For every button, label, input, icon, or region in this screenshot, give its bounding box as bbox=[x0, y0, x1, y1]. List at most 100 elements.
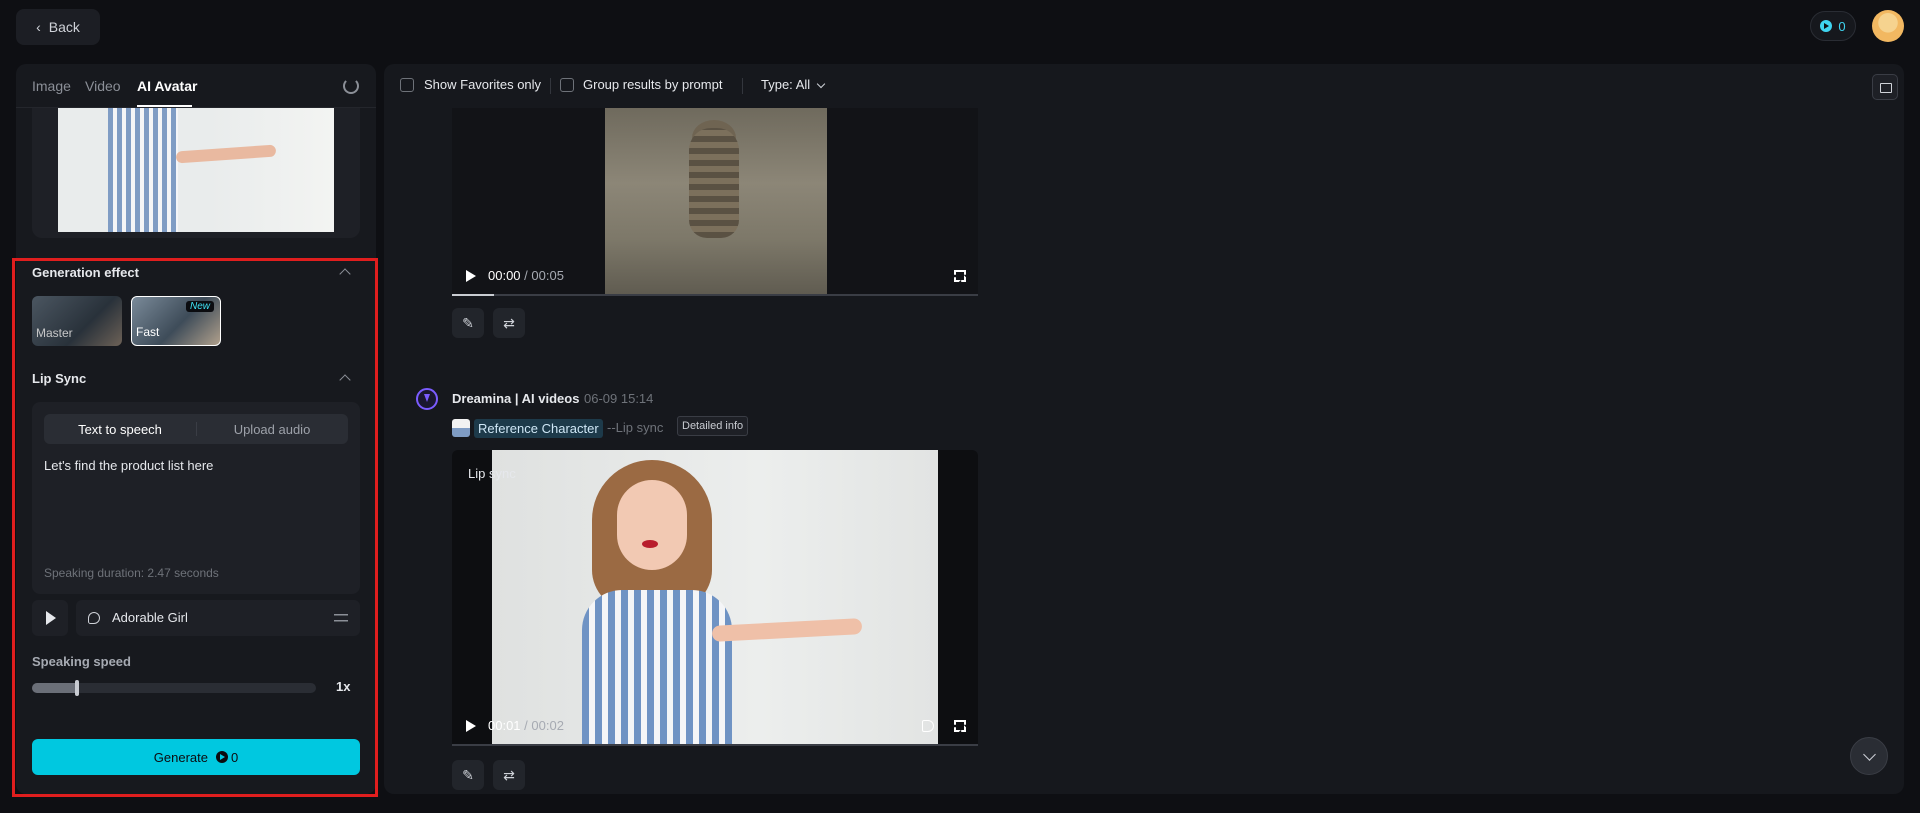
generate-label: Generate bbox=[153, 749, 208, 765]
dreamina-logo-icon bbox=[416, 388, 438, 410]
video1-time-current: 00:00 bbox=[488, 268, 521, 283]
repeat-icon: ⇄ bbox=[503, 766, 515, 783]
video2-time: 00:01 / 00:02 bbox=[488, 718, 564, 733]
speaking-duration: Speaking duration: 2.47 seconds bbox=[44, 566, 219, 580]
collapse-lip-sync-icon[interactable] bbox=[339, 374, 351, 386]
speaking-speed-value: 1x bbox=[336, 679, 351, 694]
video2-progress[interactable] bbox=[452, 744, 978, 746]
upload-audio-tab[interactable]: Upload audio bbox=[196, 414, 348, 444]
video2-time-separator: / bbox=[524, 718, 528, 733]
collapse-generation-effect-icon[interactable] bbox=[339, 268, 351, 280]
generate-button[interactable]: Generate 0 bbox=[32, 739, 360, 775]
fullscreen-icon[interactable] bbox=[954, 270, 966, 282]
play-icon[interactable] bbox=[466, 720, 476, 732]
woman-face bbox=[617, 480, 687, 570]
lip-sync-tag: --Lip sync bbox=[607, 420, 664, 435]
voice-name: Adorable Girl bbox=[112, 610, 188, 625]
volume-icon[interactable] bbox=[922, 720, 934, 732]
voice-select[interactable]: Adorable Girl bbox=[76, 600, 360, 636]
mode-tabs: Image Video AI Avatar bbox=[16, 64, 376, 108]
generate-cost: 0 bbox=[215, 749, 239, 765]
type-filter-dropdown[interactable]: Type: All bbox=[761, 77, 810, 92]
filter-divider bbox=[550, 78, 551, 94]
speech-text-input[interactable]: Let's find the product list here bbox=[44, 458, 213, 473]
back-button[interactable]: ‹ Back bbox=[16, 9, 100, 45]
tab-video[interactable]: Video bbox=[85, 78, 121, 94]
video1-time-total: 00:05 bbox=[531, 268, 564, 283]
back-label: Back bbox=[48, 19, 80, 35]
active-tab-indicator bbox=[137, 105, 192, 107]
effect-label-master: Master bbox=[36, 326, 73, 340]
edit-button[interactable]: ✎ bbox=[452, 760, 484, 790]
filter-bar: Show Favorites only Group results by pro… bbox=[384, 64, 1904, 108]
generate-cost-value: 0 bbox=[230, 749, 239, 765]
voice-settings-icon[interactable] bbox=[334, 612, 348, 624]
regenerate-button[interactable]: ⇄ bbox=[493, 308, 525, 338]
speed-slider-handle[interactable] bbox=[75, 680, 80, 696]
scroll-down-button[interactable] bbox=[1850, 737, 1888, 775]
fullscreen-icon[interactable] bbox=[954, 720, 966, 732]
user-avatar[interactable] bbox=[1872, 10, 1904, 42]
video-player-1[interactable]: 00:00 / 00:05 bbox=[452, 108, 978, 296]
pencil-icon: ✎ bbox=[462, 314, 474, 331]
show-favorites-checkbox[interactable] bbox=[400, 78, 414, 92]
pencil-icon: ✎ bbox=[462, 766, 474, 783]
results-panel: Show Favorites only Group results by pro… bbox=[384, 64, 1904, 794]
chevron-down-icon bbox=[816, 79, 826, 89]
effect-label-fast: Fast bbox=[136, 325, 160, 339]
speaking-speed-title: Speaking speed bbox=[32, 654, 131, 669]
woman-lips bbox=[642, 540, 658, 548]
reference-thumbnail bbox=[452, 419, 470, 437]
folder-button[interactable] bbox=[1872, 74, 1898, 100]
video1-progress-fill bbox=[452, 294, 495, 296]
left-panel: Image Video AI Avatar Generation effect … bbox=[16, 64, 376, 794]
video2-time-current: 00:01 bbox=[488, 718, 521, 733]
generation-author: Dreamina | AI videos bbox=[452, 391, 580, 406]
generation-effect-title: Generation effect bbox=[32, 265, 139, 280]
show-favorites-label[interactable]: Show Favorites only bbox=[424, 77, 541, 92]
voice-icon bbox=[88, 612, 100, 624]
credits-count: 0 bbox=[1838, 18, 1846, 34]
group-results-label[interactable]: Group results by prompt bbox=[583, 77, 722, 92]
video2-time-total: 00:02 bbox=[531, 718, 564, 733]
cat-body bbox=[689, 128, 739, 238]
text-to-speech-tab[interactable]: Text to speech bbox=[44, 414, 196, 444]
play-icon[interactable] bbox=[466, 270, 476, 282]
credit-coin-icon bbox=[215, 751, 228, 763]
avatar-arm bbox=[175, 144, 277, 164]
lip-sync-title: Lip Sync bbox=[32, 371, 87, 386]
speed-slider-fill bbox=[32, 683, 78, 693]
video2-label: Lip sync bbox=[468, 466, 516, 481]
reference-avatar-image[interactable] bbox=[58, 108, 334, 232]
reference-character-chip[interactable]: Reference Character bbox=[452, 417, 603, 439]
repeat-icon: ⇄ bbox=[503, 314, 515, 331]
video1-time-separator: / bbox=[524, 268, 528, 283]
generation-timestamp: 06-09 15:14 bbox=[584, 391, 654, 406]
new-badge: New bbox=[185, 301, 214, 312]
reset-icon[interactable] bbox=[343, 78, 359, 94]
video-player-2[interactable]: Lip sync 00:01 / 00:02 bbox=[452, 450, 978, 746]
group-results-checkbox[interactable] bbox=[560, 78, 574, 92]
lip-sync-box: Text to speech Upload audio Let's find t… bbox=[32, 402, 360, 594]
tab-image[interactable]: Image bbox=[32, 78, 71, 94]
chevron-left-icon: ‹ bbox=[36, 19, 41, 35]
avatar-shirt bbox=[108, 108, 178, 232]
video2-controls: 00:01 / 00:02 bbox=[452, 708, 978, 746]
speaking-speed-slider[interactable] bbox=[32, 680, 316, 696]
regenerate-button[interactable]: ⇄ bbox=[493, 760, 525, 790]
lip-sync-mode-switch: Text to speech Upload audio bbox=[44, 414, 348, 444]
credits-badge[interactable]: 0 bbox=[1810, 11, 1856, 41]
filter-divider bbox=[742, 78, 743, 94]
video1-progress[interactable] bbox=[452, 294, 978, 296]
video1-time: 00:00 / 00:05 bbox=[488, 268, 564, 283]
detailed-info-button[interactable]: Detailed info bbox=[677, 416, 749, 436]
reference-character-label: Reference Character bbox=[474, 418, 603, 438]
video1-controls: 00:00 / 00:05 bbox=[452, 258, 978, 296]
edit-button[interactable]: ✎ bbox=[452, 308, 484, 338]
voice-preview-play-button[interactable] bbox=[32, 600, 68, 636]
effect-option-fast[interactable]: New Fast bbox=[131, 296, 221, 346]
credit-coin-icon bbox=[1820, 20, 1833, 32]
effect-option-master[interactable]: Master bbox=[32, 296, 122, 346]
tab-ai-avatar[interactable]: AI Avatar bbox=[137, 78, 197, 94]
top-bar: ‹ Back 0 bbox=[0, 0, 1920, 56]
